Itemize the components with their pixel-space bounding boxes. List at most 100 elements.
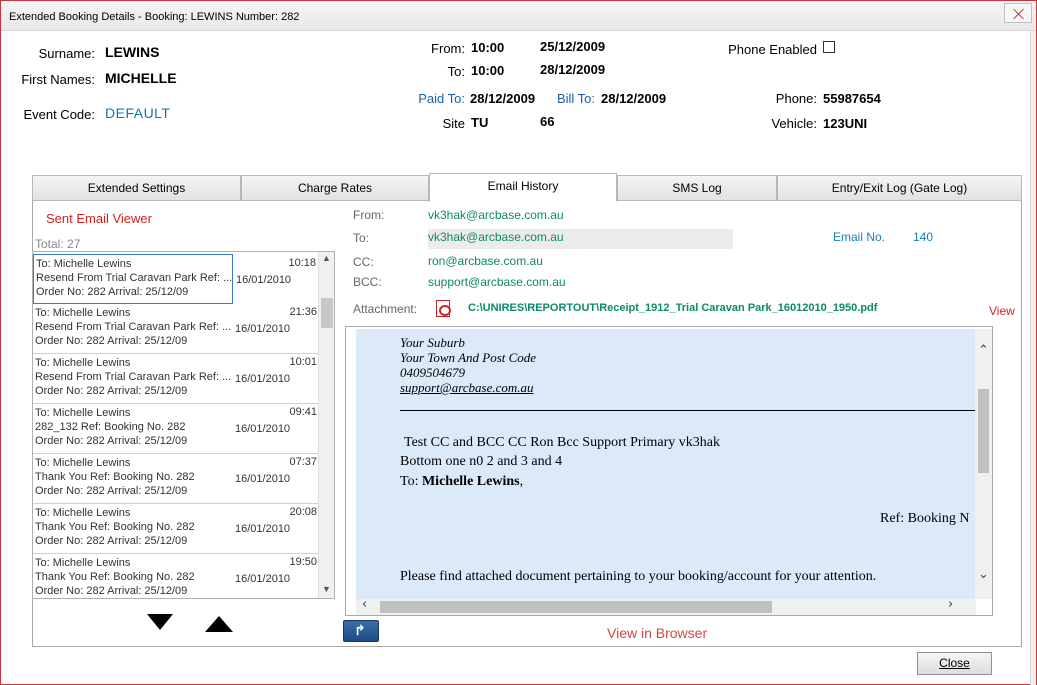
first-names-label: First Names: [21,72,95,87]
event-code-label: Event Code: [23,107,95,122]
chevron-right-icon[interactable]: › [948,597,953,612]
item-to: To: Michelle Lewins [35,557,131,569]
view-attachment-link[interactable]: View [989,304,1015,318]
body-town: Your Town And Post Code [400,350,537,365]
item-time: 10:01 [289,356,317,368]
paid-to-value: 28/12/2009 [470,91,536,106]
previous-email-arrow-icon[interactable] [205,616,233,632]
email-cc-value: ron@arcbase.com.au [428,254,543,268]
hscroll-thumb[interactable] [380,601,772,613]
item-order: Order No: 282 Arrival: 25/12/09 [35,585,188,597]
first-names-value: MICHELLE [105,70,177,86]
chevron-up-icon[interactable]: ⌃ [978,343,989,358]
booking-window: Extended Booking Details - Booking: LEWI… [0,0,1037,685]
vscroll-thumb[interactable] [978,389,989,473]
chevron-down-icon[interactable]: ⌄ [978,567,989,582]
body-line2: Bottom one n0 2 and 3 and 4 [400,454,563,469]
email-list-item[interactable]: To: Michelle Lewins Resend From Trial Ca… [33,354,319,404]
tab-entry-exit-log[interactable]: Entry/Exit Log (Gate Log) [777,175,1022,201]
tab-extended-settings[interactable]: Extended Settings [32,175,241,201]
item-subject: 282_132 Ref: Booking No. 282 [35,421,186,433]
phone-enabled-checkbox[interactable] [823,41,835,53]
window-right-border [1030,31,1036,685]
item-subject: Resend From Trial Caravan Park Ref: ... [35,321,232,333]
item-order: Order No: 282 Arrival: 25/12/09 [35,485,188,497]
scroll-down-icon[interactable]: ▼ [322,584,331,594]
email-list-item[interactable]: To: Michelle Lewins 282_132 Ref: Booking… [33,404,319,454]
body-ref: Ref: Booking N [880,511,970,526]
tab-email-history[interactable]: Email History [429,173,617,202]
vehicle-value: 123UNI [823,116,868,131]
site-label: Site [442,116,465,131]
phone-label: Phone: [775,91,817,106]
close-button[interactable]: Close [917,652,992,675]
from-time: 10:00 [471,40,505,55]
view-in-browser-link[interactable]: View in Browser [607,625,707,641]
email-to-label: To: [353,231,370,245]
body-divider [400,410,976,411]
email-list-item[interactable]: To: Michelle Lewins Resend From Trial Ca… [33,254,316,304]
item-to: To: Michelle Lewins [35,357,131,369]
event-code-value: DEFAULT [105,105,171,121]
email-from-value: vk3hak@arcbase.com.au [428,208,564,222]
body-phone: 0409504679 [400,365,465,380]
title-bar: Extended Booking Details - Booking: LEWI… [1,1,1036,31]
email-from-label: From: [353,208,385,222]
item-order: Order No: 282 Arrival: 25/12/09 [35,535,188,547]
site-value: TU [471,115,489,130]
open-browser-button[interactable]: ↱ [343,620,379,642]
body-suburb: Your Suburb [400,335,465,350]
attachment-label: Attachment: [353,302,418,316]
item-order: Order No: 282 Arrival: 25/12/09 [35,435,188,447]
email-bcc-label: BCC: [353,275,382,289]
email-list-item[interactable]: To: Michelle Lewins Thank You Ref: Booki… [33,504,319,554]
body-to-prefix: To: [400,474,422,489]
sent-email-viewer-title: Sent Email Viewer [46,211,152,226]
tab-sms-log[interactable]: SMS Log [617,175,777,201]
item-to: To: Michelle Lewins [35,507,131,519]
site-number: 66 [540,114,555,129]
item-date: 16/01/2010 [235,373,291,385]
email-body-vscrollbar[interactable]: ⌃ ⌄ [975,329,992,599]
email-total: Total: 27 [35,237,81,251]
email-body-hscrollbar[interactable]: ‹ › [356,597,976,615]
scrollbar-thumb[interactable] [321,298,333,328]
chevron-left-icon[interactable]: ‹ [362,597,367,612]
next-email-arrow-icon[interactable] [147,614,173,630]
email-list-item[interactable]: To: Michelle Lewins Thank You Ref: Booki… [33,554,319,598]
email-list-scrollbar[interactable]: ▲ ▼ [318,252,334,598]
email-bcc-value: support@arcbase.com.au [428,275,566,289]
body-line1: Test CC and BCC CC Ron Bcc Support Prima… [404,435,720,450]
item-time: 19:50 [289,556,317,568]
email-list-item[interactable]: To: Michelle Lewins Resend From Trial Ca… [33,304,319,354]
from-label: From: [431,41,465,56]
body-email-link[interactable]: support@arcbase.com.au [400,380,534,396]
tab-charge-rates[interactable]: Charge Rates [241,175,429,201]
external-link-icon: ↱ [354,622,366,638]
to-time: 10:00 [471,63,505,78]
email-no-label: Email No. [833,230,886,244]
item-order: Order No: 282 Arrival: 25/12/09 [36,286,189,298]
item-date: 16/01/2010 [235,423,291,435]
item-order: Order No: 282 Arrival: 25/12/09 [35,335,188,347]
pdf-icon[interactable] [436,300,451,317]
item-date: 16/01/2010 [235,523,291,535]
item-subject: Thank You Ref: Booking No. 282 [35,471,195,483]
item-time: 09:41 [289,406,317,418]
item-subject: Thank You Ref: Booking No. 282 [35,521,195,533]
window-close-button[interactable] [1004,3,1032,23]
email-body: Your Suburb Your Town And Post Code 0409… [356,329,976,599]
item-time: 21:36 [289,306,317,318]
email-list-item[interactable]: To: Michelle Lewins Thank You Ref: Booki… [33,454,319,504]
email-body-frame[interactable]: Your Suburb Your Town And Post Code 0409… [345,326,993,616]
item-subject: Resend From Trial Caravan Park Ref: ... [36,272,233,284]
scroll-up-icon[interactable]: ▲ [322,253,331,263]
attachment-path[interactable]: C:\UNIRES\REPORTOUT\Receipt_1912_Trial C… [468,302,877,314]
bill-to-label: Bill To: [556,91,595,106]
email-list[interactable]: To: Michelle Lewins Resend From Trial Ca… [32,251,335,599]
item-subject: Thank You Ref: Booking No. 282 [35,571,195,583]
email-to-value: vk3hak@arcbase.com.au [428,230,564,244]
item-to: To: Michelle Lewins [35,457,131,469]
item-to: To: Michelle Lewins [35,307,131,319]
item-date: 16/01/2010 [235,473,291,485]
